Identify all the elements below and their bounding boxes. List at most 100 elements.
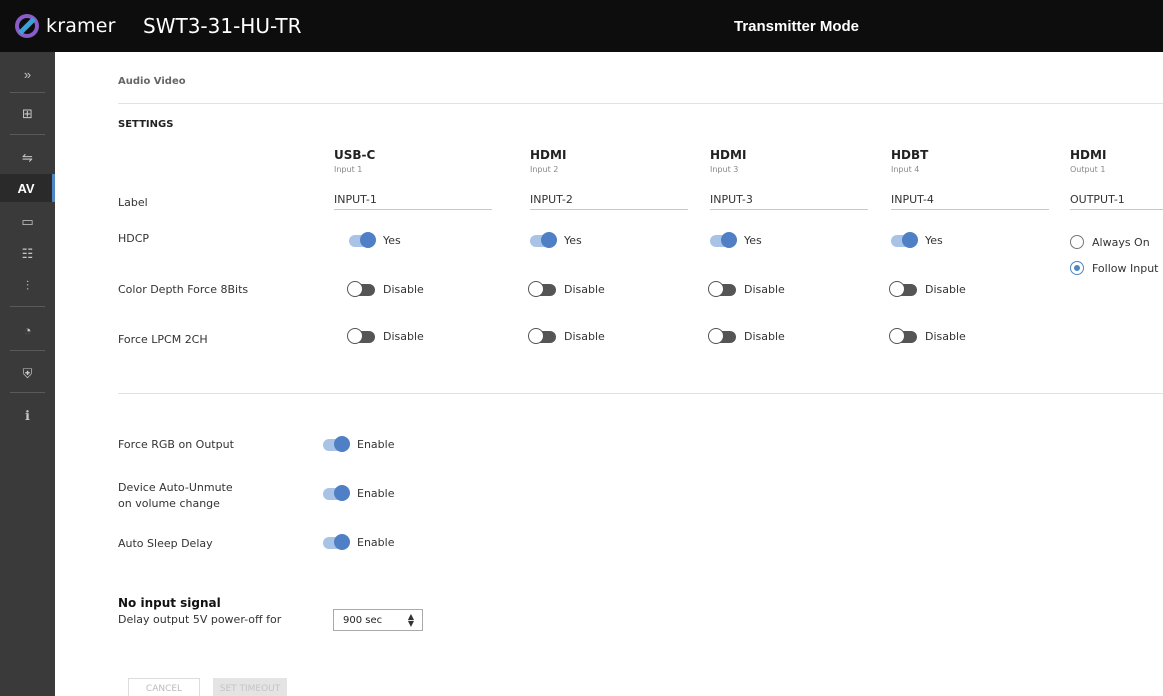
force-lpcm-toggle-input-4[interactable]: Disable xyxy=(889,327,966,344)
toggle-knob xyxy=(708,280,724,297)
mode-title: Transmitter Mode xyxy=(734,18,860,35)
auto-unmute-label-line2: on volume change xyxy=(118,497,220,510)
display-icon[interactable]: ▭ xyxy=(0,208,55,236)
column-subtitle: Output 1 xyxy=(1070,165,1106,174)
divider xyxy=(118,393,1163,394)
force-lpcm-toggle-input-3[interactable]: Disable xyxy=(708,327,785,344)
force-lpcm-toggle-input-2[interactable]: Disable xyxy=(528,327,605,344)
no-input-title: No input signal xyxy=(118,596,221,610)
device-name: SWT3-31-HU-TR xyxy=(143,14,302,38)
toggle-label: Disable xyxy=(925,330,966,343)
toggle-track xyxy=(708,280,736,297)
auto-sleep-toggle[interactable]: Enable xyxy=(323,533,395,550)
toggle-track xyxy=(528,327,556,344)
column-subtitle: Input 1 xyxy=(334,165,363,174)
auto-unmute-label-line1: Device Auto-Unmute xyxy=(118,481,233,494)
column-subtitle: Input 4 xyxy=(891,165,920,174)
color-depth-toggle-input-4[interactable]: Disable xyxy=(889,280,966,297)
force-lpcm-toggle-input-1[interactable]: Disable xyxy=(347,327,424,344)
label-input-input-4[interactable] xyxy=(891,190,1049,210)
switching-icon[interactable]: ⇋ xyxy=(0,144,55,172)
delay-value: 900 sec xyxy=(343,614,383,626)
toggle-label: Enable xyxy=(357,487,395,500)
label-input-input-3[interactable] xyxy=(710,190,868,210)
info-icon[interactable]: ℹ xyxy=(0,402,55,430)
toggle-knob xyxy=(902,231,918,248)
sidebar-item-av[interactable]: AV xyxy=(0,174,55,202)
toggle-knob xyxy=(721,231,737,248)
color-depth-toggle-input-1[interactable]: Disable xyxy=(347,280,424,297)
hdcp-toggle-input-2[interactable]: Yes xyxy=(530,231,582,248)
hdcp-toggle-input-3[interactable]: Yes xyxy=(710,231,762,248)
delay-stepper[interactable]: 900 sec ▲ ▼ xyxy=(333,609,423,631)
divider xyxy=(118,103,1163,104)
top-bar: kramer SWT3-31-HU-TR Transmitter Mode xyxy=(0,0,1163,52)
column-title: USB-C xyxy=(334,148,376,162)
toggle-knob xyxy=(360,231,376,248)
chevron-double-right-icon[interactable]: » xyxy=(0,60,55,88)
set-timeout-button[interactable]: SET TIMEOUT xyxy=(213,678,287,696)
sidebar: » ⊞ ⇋ AV ▭ ☷ ⫶ ◔ ⛨ ℹ xyxy=(0,52,55,696)
color-depth-toggle-input-2[interactable]: Disable xyxy=(528,280,605,297)
toggle-track xyxy=(891,231,918,248)
row-label-force-lpcm: Force LPCM 2CH xyxy=(118,333,208,346)
diagnostics-icon[interactable]: ◔ xyxy=(0,316,55,344)
routing-icon[interactable]: ⊞ xyxy=(0,100,55,128)
sidebar-divider xyxy=(10,306,45,307)
radio-label: Always On xyxy=(1092,235,1150,249)
auto-unmute-label: Device Auto-Unmute on volume change xyxy=(118,480,233,512)
audio-settings-icon[interactable]: ⫶ xyxy=(0,272,55,300)
auto-unmute-toggle[interactable]: Enable xyxy=(323,484,395,501)
toggle-track xyxy=(323,435,350,452)
hdcp-radio-always-on[interactable]: Always On xyxy=(1070,235,1150,249)
toggle-knob xyxy=(334,533,350,550)
toggle-label: Disable xyxy=(564,330,605,343)
toggle-knob xyxy=(708,327,724,344)
brand-name: kramer xyxy=(46,15,116,37)
main-content: Audio Video SETTINGS Label HDCP Color De… xyxy=(55,52,1163,696)
toggle-label: Disable xyxy=(383,283,424,296)
toggle-track xyxy=(889,280,917,297)
force-rgb-toggle[interactable]: Enable xyxy=(323,435,394,452)
toggle-track xyxy=(528,280,556,297)
label-input-input-2[interactable] xyxy=(530,190,688,210)
section-title: SETTINGS xyxy=(118,119,174,130)
row-label-hdcp: HDCP xyxy=(118,232,150,245)
cancel-button[interactable]: CANCEL xyxy=(128,678,200,696)
sidebar-divider xyxy=(10,392,45,393)
no-input-description: Delay output 5V power-off for xyxy=(118,613,282,626)
row-label-color-depth: Color Depth Force 8Bits xyxy=(118,283,249,296)
label-input-output-1[interactable] xyxy=(1070,190,1163,210)
label-input-input-1[interactable] xyxy=(334,190,492,210)
kramer-logo-icon xyxy=(15,14,39,38)
hdcp-toggle-input-4[interactable]: Yes xyxy=(891,231,943,248)
force-rgb-label: Force RGB on Output xyxy=(118,438,234,451)
toggle-knob xyxy=(334,484,350,501)
hdcp-radio-follow-input[interactable]: Follow Input xyxy=(1070,261,1158,275)
toggle-knob xyxy=(889,327,905,344)
column-header-hdmi-input-3: HDMI Input 3 xyxy=(710,148,746,174)
toggle-track xyxy=(710,231,737,248)
hdcp-toggle-input-1[interactable]: Yes xyxy=(349,231,401,248)
breadcrumb[interactable]: Audio Video xyxy=(118,76,186,87)
stepper-arrows-icon[interactable]: ▲ ▼ xyxy=(408,613,414,628)
device-settings-icon[interactable]: ☷ xyxy=(0,240,55,268)
toggle-label: Disable xyxy=(744,283,785,296)
toggle-label: Yes xyxy=(564,234,582,247)
toggle-track xyxy=(889,327,917,344)
toggle-label: Enable xyxy=(357,536,395,549)
radio-label: Follow Input xyxy=(1092,261,1159,275)
column-header-hdmi-input-2: HDMI Input 2 xyxy=(530,148,566,174)
toggle-label: Disable xyxy=(744,330,785,343)
row-label-label: Label xyxy=(118,196,148,209)
sidebar-divider xyxy=(10,92,45,93)
toggle-track xyxy=(708,327,736,344)
toggle-label: Disable xyxy=(564,283,605,296)
toggle-track xyxy=(347,280,375,297)
color-depth-toggle-input-3[interactable]: Disable xyxy=(708,280,785,297)
column-title: HDBT xyxy=(891,148,929,162)
column-title: HDMI xyxy=(1070,148,1107,162)
toggle-knob xyxy=(347,280,363,297)
security-icon[interactable]: ⛨ xyxy=(0,360,55,388)
toggle-label: Disable xyxy=(925,283,966,296)
